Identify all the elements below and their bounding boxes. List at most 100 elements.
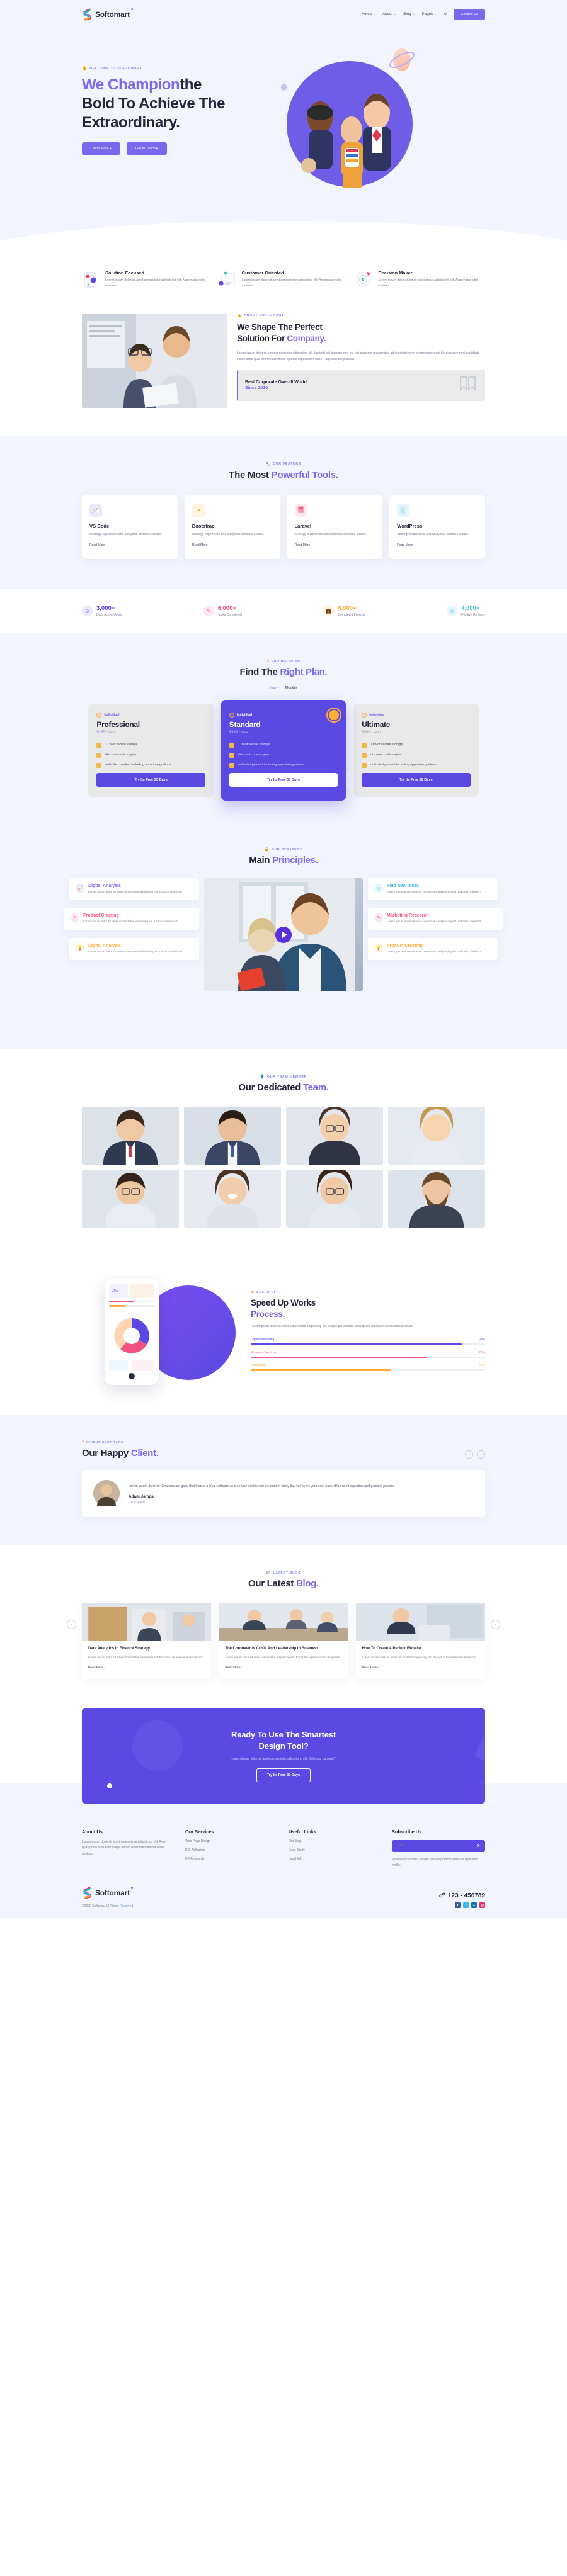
tool-card[interactable]: 🖥 Laravel Strategy experience and analyt… — [287, 495, 383, 559]
feature-item: Decision Maker Lorem ipsum dolor sit,ame… — [355, 270, 485, 290]
footer-contact-block: ☍ 123 - 456789 f t in ◎ — [439, 1892, 485, 1909]
plan-feature: unlimited product including apps intergr… — [229, 762, 338, 768]
logo-accent-dot — [130, 1887, 133, 1889]
facebook-icon[interactable]: f — [455, 1902, 461, 1909]
award-ribbon-icon — [458, 376, 478, 395]
tool-card[interactable]: 📈 VS Code Strategy experience and analyt… — [82, 495, 178, 559]
counter-value: 4,000+ — [461, 604, 480, 612]
tool-desc: Strategy experience and analytical combi… — [192, 532, 265, 536]
testimonial-role: CEO Google — [129, 1500, 146, 1504]
play-button-icon[interactable] — [275, 927, 292, 943]
team-title: Our Dedicated Team. — [238, 1082, 329, 1093]
prev-arrow-icon[interactable]: ‹ — [465, 1450, 473, 1459]
next-arrow-icon[interactable]: › — [477, 1450, 485, 1459]
counters-section: ☺ 3,000+ Daily Active Users ✎ 6,000+ Tasks… — [0, 589, 567, 633]
blog-card-title: The Coronavirus Crisis And Leadership In… — [225, 1647, 320, 1651]
get-in-touch-button[interactable]: Get In Touch ▸ — [126, 142, 167, 155]
read-more-link[interactable]: Read More — [192, 543, 208, 547]
counter-label: Positive Reviews — [461, 613, 485, 617]
chart-line-icon: 📈 — [89, 504, 102, 517]
principle-desc: Lorem ipsum dolor sit amet consectetur,a… — [88, 949, 183, 953]
quote-icon: ❝ — [82, 1441, 84, 1445]
principles-video[interactable] — [204, 878, 363, 991]
search-icon[interactable]: ⚲ — [444, 12, 447, 17]
feature-title: Solution Focused — [105, 270, 144, 276]
process-title: Speed Up Works Process. — [251, 1298, 316, 1319]
blog-read-more-link[interactable]: Read More › — [362, 1666, 379, 1669]
hero-section: Softomart Home About Blog Pages ⚲ Contac… — [0, 0, 567, 256]
footer-about-text: Lorem ipsum dolor sit amet consectetur a… — [82, 1839, 167, 1856]
cube-icon — [362, 763, 367, 768]
pricing-heading: $ PRICING PLAN Find The Right Plan. Year… — [82, 660, 485, 690]
tools-section: 🔧 OUR FEATURE The Most Powerful Tools. 📈… — [0, 435, 567, 589]
learn-more-button[interactable]: Learn More ▸ — [82, 142, 120, 155]
footer-link[interactable]: UX Research — [185, 1857, 278, 1861]
principle-desc: Lorem ipsum dolor sit amet consectetur,a… — [88, 890, 183, 893]
blog-card-desc: Lorem ipsum dolor sit amet consectetur,a… — [88, 1656, 203, 1659]
counter-label: Completed Projects — [338, 613, 365, 617]
nav-item-blog[interactable]: Blog — [403, 12, 415, 16]
nav-item-pages[interactable]: Pages — [422, 12, 437, 16]
read-more-link[interactable]: Read More — [89, 543, 105, 547]
feature-item: Solution Focused Lorem ipsum dolor sit,a… — [82, 270, 212, 290]
send-icon[interactable]: ➤ — [476, 1843, 480, 1848]
footer-link[interactable]: Legal Info — [289, 1857, 382, 1861]
plan-cta-button[interactable]: Try Its Free 30 Days — [96, 773, 205, 787]
team-member[interactable] — [82, 1170, 179, 1228]
blog-card[interactable]: The Coronavirus Crisis And Leadership In… — [219, 1603, 348, 1680]
blog-next-arrow-icon[interactable]: › — [491, 1620, 500, 1629]
blog-read-more-link[interactable]: Read More › — [88, 1666, 105, 1669]
tool-name: Bootstrap — [192, 523, 215, 529]
nav-item-home[interactable]: Home — [362, 12, 376, 16]
progress-label: Digital Marketing — [251, 1338, 275, 1342]
counter-label: Daily Active Users — [96, 613, 122, 617]
hero-title: We Championthe Bold To Achieve The Extra… — [82, 76, 226, 131]
cta-button[interactable]: Try Its Free 30 Days — [256, 1768, 311, 1782]
blog-read-more-link[interactable]: Read More › — [225, 1666, 242, 1669]
principle-title: Product Creating — [83, 913, 119, 918]
plan-feature: discount code engine — [229, 752, 338, 758]
team-member[interactable] — [82, 1107, 179, 1165]
team-member[interactable] — [388, 1170, 485, 1228]
tool-card[interactable]: ◑ Bootstrap Strategy experience and anal… — [184, 495, 280, 559]
card-shape-icon — [82, 270, 101, 289]
wordpress-icon: Ⓢ — [397, 504, 410, 517]
plan-cta-button[interactable]: Try Its Free 30 Days — [229, 773, 338, 787]
pricing-title: Find The Right Plan. — [239, 667, 328, 677]
subscribe-note: Vestibulum commo sapien non elit porttit… — [392, 1857, 478, 1868]
team-member[interactable] — [286, 1170, 383, 1228]
toggle-monthly[interactable]: Monthly — [285, 686, 298, 690]
footer-link[interactable]: Case Study — [289, 1848, 382, 1852]
subscribe-email-input[interactable] — [397, 1844, 455, 1848]
contact-us-button[interactable]: Contact Us — [454, 8, 485, 20]
read-more-link[interactable]: Read More — [295, 543, 311, 547]
footer-link[interactable]: Our Blog — [289, 1839, 382, 1843]
main-nav: Home About Blog Pages ⚲ Contact Us — [362, 8, 485, 20]
blog-card[interactable]: How To Create A Perfect Website. Lorem i… — [355, 1603, 485, 1680]
testimonial-arrows: ‹ › — [465, 1450, 485, 1459]
nav-item-about[interactable]: About — [382, 12, 397, 16]
blog-card[interactable]: Data Analytics In Finance Strategy. Lore… — [82, 1603, 212, 1680]
dollar-icon: $ — [266, 660, 270, 664]
lightbulb-icon: 💡 — [76, 943, 84, 952]
site-logo[interactable]: Softomart — [82, 8, 133, 21]
twitter-icon[interactable]: t — [463, 1902, 469, 1909]
team-member[interactable] — [286, 1107, 383, 1165]
footer-link[interactable]: Web Page Design — [185, 1839, 278, 1843]
tool-card[interactable]: Ⓢ WordPress Strategy experience and anal… — [389, 495, 485, 559]
toggle-yearly[interactable]: Yearly — [270, 686, 279, 690]
team-member[interactable] — [388, 1107, 485, 1165]
blog-prev-arrow-icon[interactable]: ‹ — [67, 1620, 76, 1629]
thumbs-up-icon: 👍 — [237, 314, 243, 318]
footer-logo[interactable]: Softomart — [82, 1887, 134, 1899]
linkedin-icon[interactable]: in — [471, 1902, 477, 1909]
logo-accent-dot — [130, 8, 133, 10]
team-member[interactable] — [184, 1107, 281, 1165]
team-member[interactable] — [184, 1170, 281, 1228]
read-more-link[interactable]: Read More — [397, 543, 413, 547]
plan-cta-button[interactable]: Try Its Free 30 Days — [362, 773, 471, 787]
footer-phone[interactable]: ☍ 123 - 456789 — [439, 1892, 485, 1899]
footer-link[interactable]: IOS Aplication — [185, 1848, 278, 1852]
instagram-icon[interactable]: ◎ — [479, 1902, 485, 1909]
counter-item: ✎ 6,000+ Tasks Completed — [203, 605, 242, 617]
